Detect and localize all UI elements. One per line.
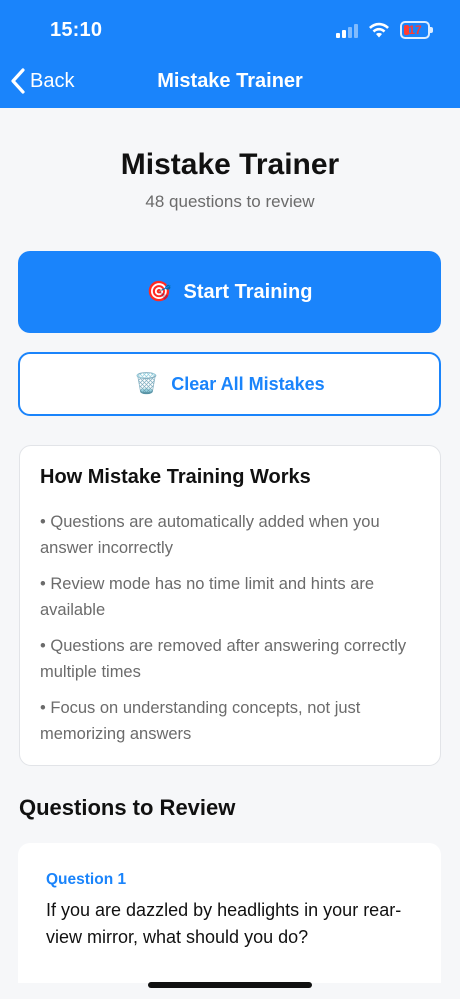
list-item: • Review mode has no time limit and hint…	[40, 575, 375, 619]
page-subtitle: 48 questions to review	[145, 192, 315, 211]
cellular-signal-icon	[336, 22, 358, 38]
question-number: Question 1	[46, 871, 127, 888]
battery-level: 17	[408, 23, 422, 37]
clear-all-mistakes-label: Clear All Mistakes	[171, 373, 325, 394]
question-text: If you are dazzled by headlights in your…	[46, 900, 402, 947]
nav-title: Mistake Trainer	[157, 70, 303, 92]
clear-all-mistakes-button[interactable]: 🗑️ Clear All Mistakes	[18, 352, 441, 416]
list-item: • Questions are removed after answering …	[40, 637, 407, 681]
start-training-button[interactable]: 🎯 Start Training	[18, 251, 441, 333]
how-it-works-card: How Mistake Training Works • Questions a…	[19, 445, 441, 766]
status-time: 15:10	[50, 19, 103, 41]
app-header: 15:10 17 Back Mistake Trainer	[0, 0, 460, 108]
how-it-works-title: How Mistake Training Works	[40, 466, 311, 488]
status-indicators: 17	[336, 20, 433, 40]
target-icon: 🎯	[146, 281, 172, 303]
battery-icon: 17	[400, 21, 433, 39]
questions-to-review-title: Questions to Review	[19, 795, 236, 820]
list-item: • Questions are automatically added when…	[40, 513, 380, 557]
start-training-label: Start Training	[183, 280, 313, 303]
question-card[interactable]: Question 1 If you are dazzled by headlig…	[18, 843, 441, 983]
page-title: Mistake Trainer	[120, 148, 340, 181]
trash-icon: 🗑️	[134, 373, 160, 395]
wifi-icon	[369, 22, 389, 38]
how-it-works-list: • Questions are automatically added when…	[40, 509, 420, 747]
list-item: • Focus on understanding concepts, not j…	[40, 699, 361, 743]
home-indicator[interactable]	[148, 982, 312, 988]
